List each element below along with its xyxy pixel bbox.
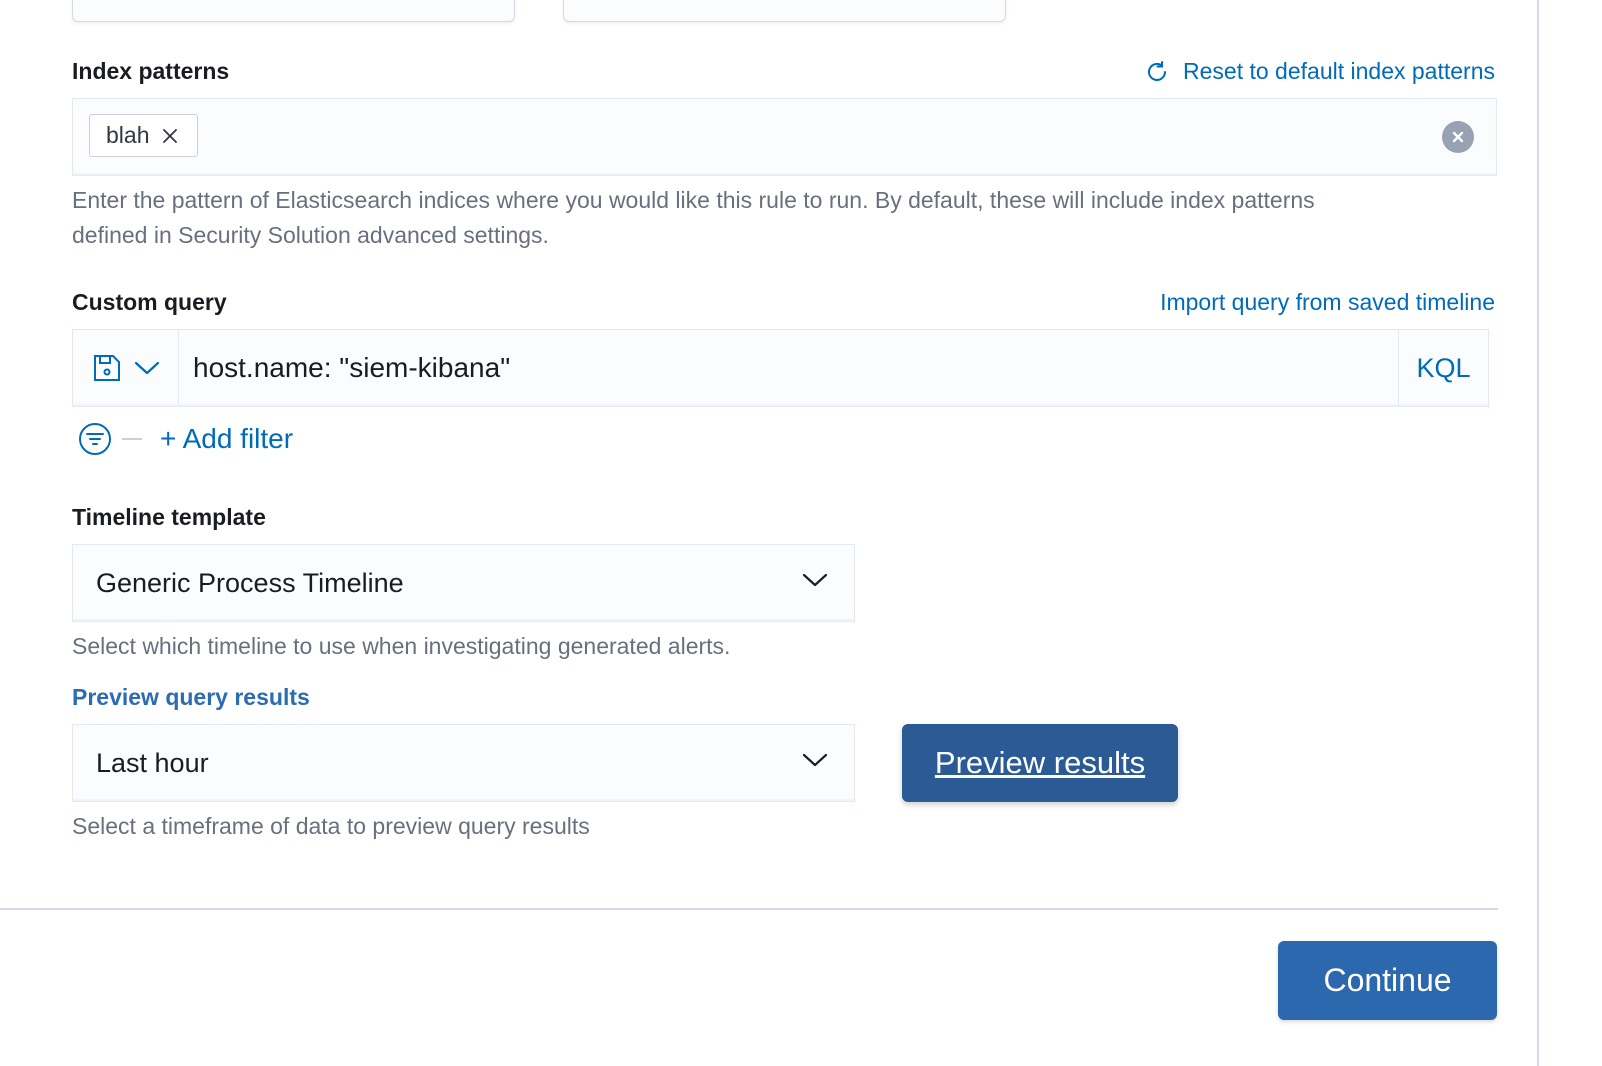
panel-right-border [1537, 0, 1539, 1066]
preview-timeframe-value: Last hour [96, 747, 209, 778]
filter-bar: + Add filter [78, 420, 293, 458]
timeline-template-value: Generic Process Timeline [96, 567, 404, 598]
timeline-template-label: Timeline template [72, 504, 266, 530]
add-filter-button[interactable]: + Add filter [160, 423, 293, 455]
preview-query-label: Preview query results [72, 684, 310, 710]
chevron-down-icon [134, 361, 159, 375]
query-input[interactable]: host.name: "siem-kibana" [193, 330, 510, 406]
reset-index-patterns-link[interactable]: Reset to default index patterns [1145, 58, 1495, 85]
preview-help: Select a timeframe of data to preview qu… [72, 813, 590, 839]
saved-query-menu-button[interactable] [73, 330, 179, 406]
upper-field-left[interactable] [72, 0, 515, 22]
timeline-template-select[interactable]: Generic Process Timeline [72, 544, 855, 622]
index-pattern-pill: blah [89, 114, 199, 157]
chevron-down-icon [802, 573, 828, 587]
remove-pill-icon[interactable] [161, 127, 179, 145]
index-patterns-label: Index patterns [72, 58, 230, 84]
custom-query-label: Custom query [72, 289, 227, 315]
save-icon [93, 355, 120, 381]
query-bar: host.name: "siem-kibana" KQL [72, 329, 1489, 407]
filter-separator [122, 438, 142, 440]
filter-icon[interactable] [78, 422, 112, 456]
footer-divider [0, 908, 1498, 910]
preview-results-button[interactable]: Preview results [902, 724, 1178, 802]
index-patterns-combobox[interactable]: blah [72, 98, 1497, 176]
preview-timeframe-select[interactable]: Last hour [72, 724, 855, 802]
upper-field-right[interactable] [563, 0, 1006, 22]
refresh-icon [1148, 60, 1167, 81]
chevron-down-icon [802, 753, 828, 767]
reset-index-patterns-label: Reset to default index patterns [1183, 58, 1495, 84]
index-patterns-help-line-1: Enter the pattern of Elasticsearch indic… [72, 187, 1315, 213]
index-pattern-pill-label: blah [106, 122, 150, 148]
index-patterns-help: Enter the pattern of Elasticsearch indic… [72, 183, 1315, 253]
query-language-switcher[interactable]: KQL [1398, 330, 1488, 406]
timeline-template-help: Select which timeline to use when invest… [72, 633, 731, 659]
clear-input-icon[interactable] [1442, 121, 1474, 153]
import-query-link[interactable]: Import query from saved timeline [1160, 289, 1495, 316]
index-patterns-help-line-2: defined in Security Solution advanced se… [72, 222, 549, 248]
continue-button[interactable]: Continue [1278, 941, 1497, 1020]
